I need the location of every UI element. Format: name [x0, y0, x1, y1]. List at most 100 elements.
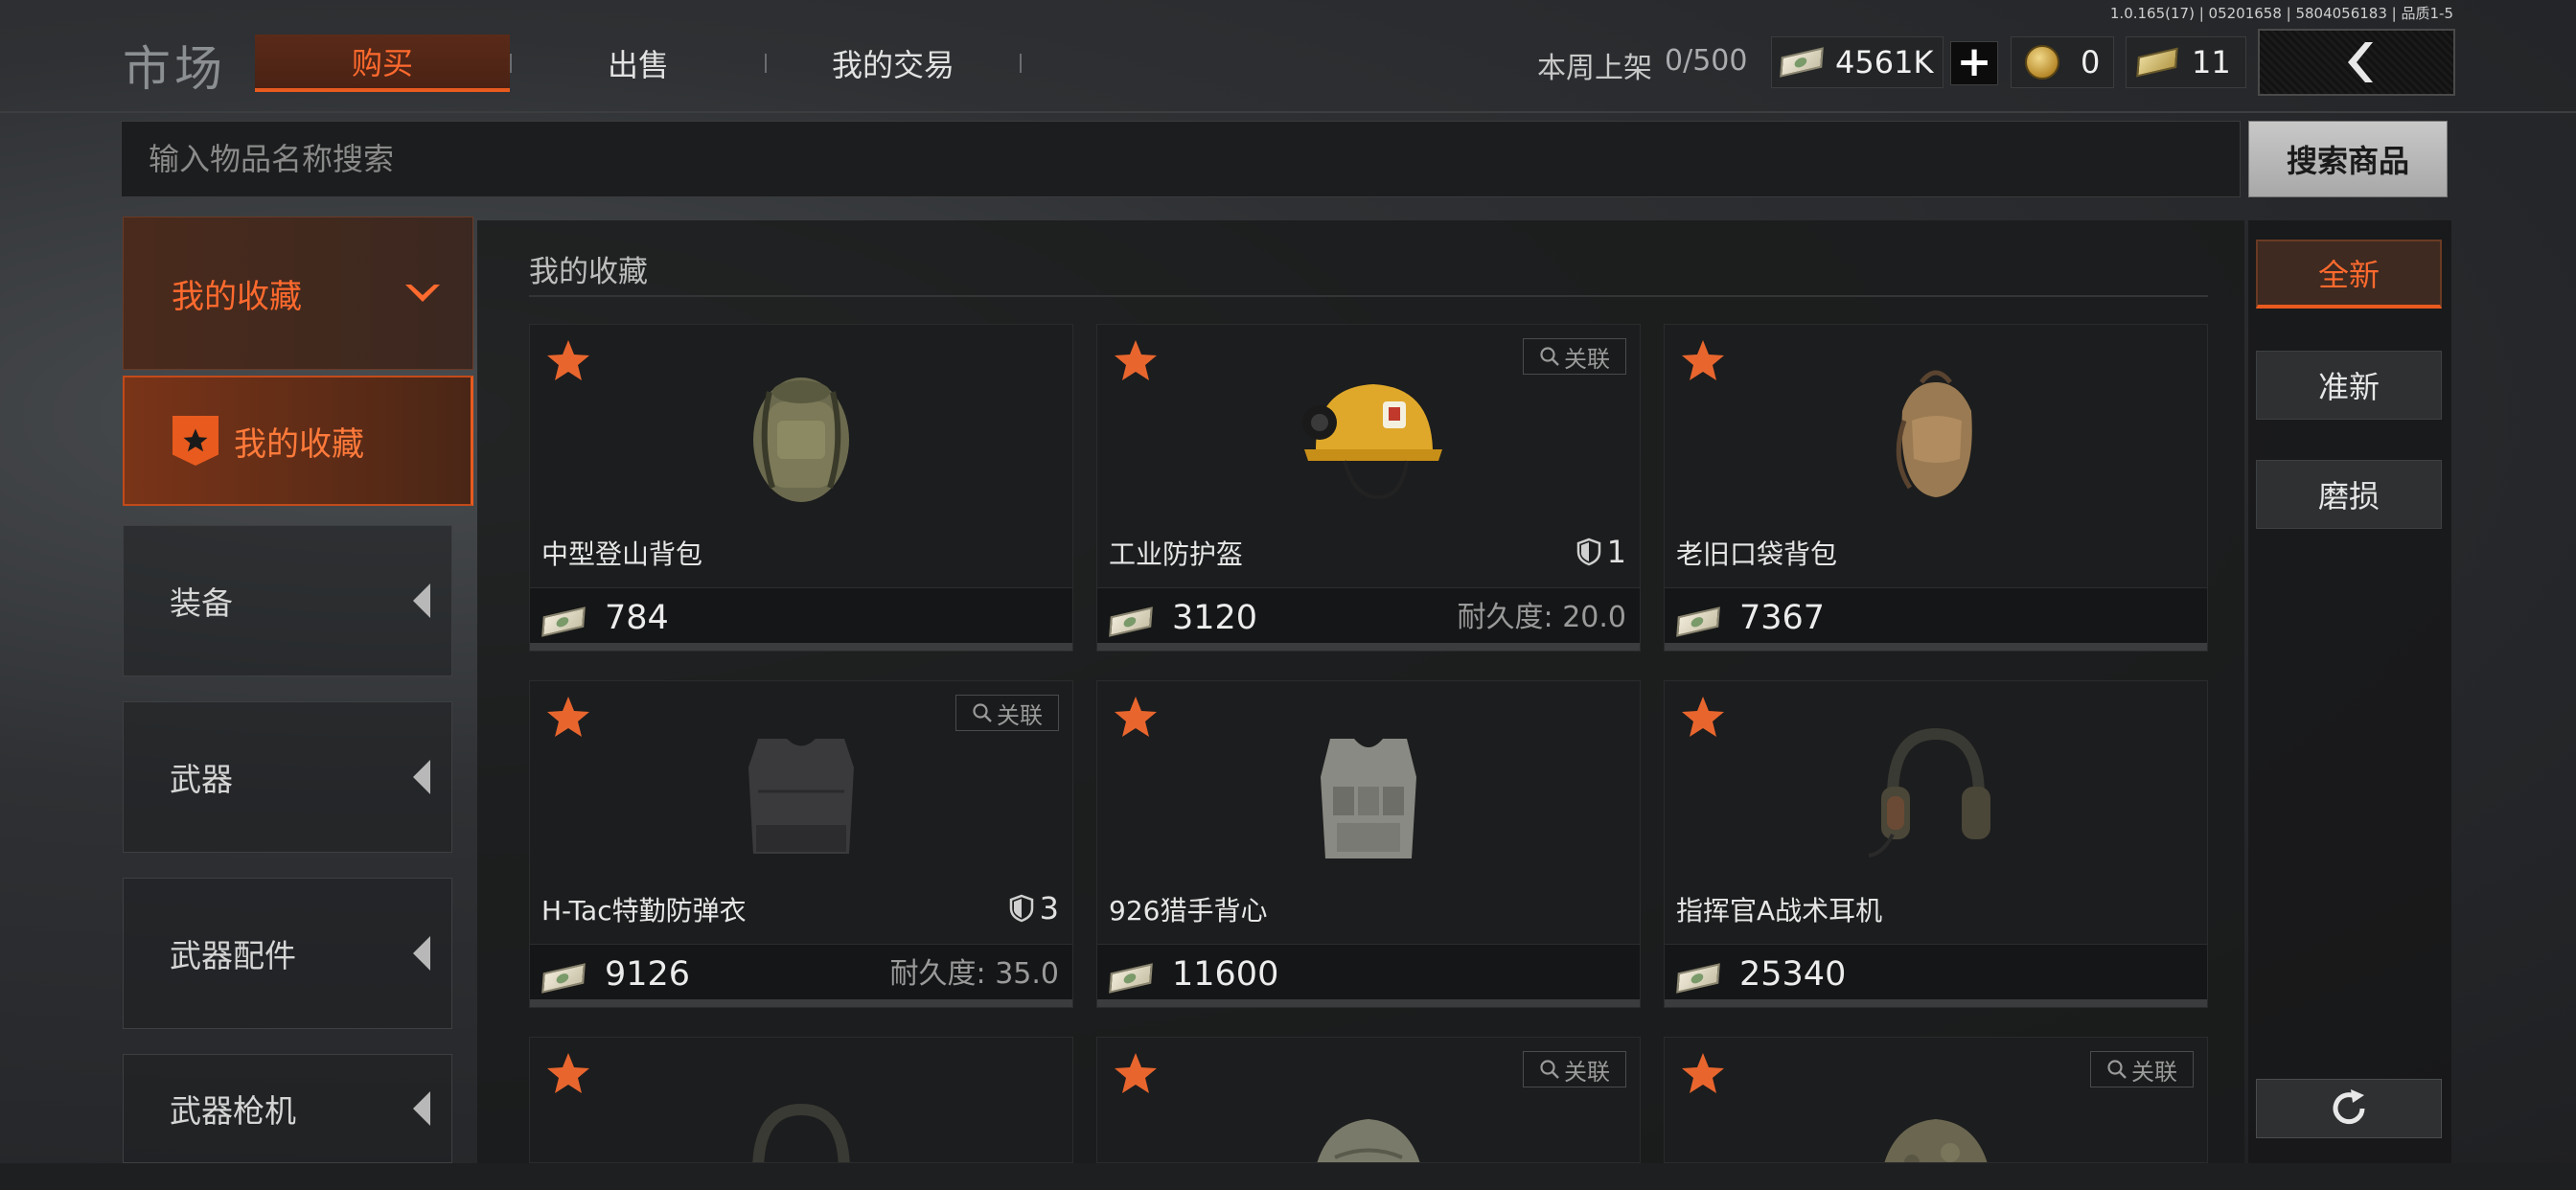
cash-icon — [1109, 606, 1153, 637]
chevron-left-icon — [413, 936, 430, 971]
tab-buy[interactable]: 购买 — [255, 34, 510, 92]
related-label: 关联 — [2131, 1058, 2177, 1086]
favorite-star-icon[interactable] — [1113, 695, 1159, 739]
helmet-image — [1302, 384, 1442, 500]
durability: 耐久度: 35.0 — [890, 950, 1059, 992]
favorite-star-icon[interactable] — [1113, 338, 1159, 382]
helmet-image — [1317, 1119, 1420, 1162]
cash-icon — [1780, 47, 1824, 78]
bill-balance: 11 — [2126, 36, 2246, 88]
sidebar-item-weapons[interactable]: 武器 — [123, 701, 452, 853]
sidebar-item-weapon-actions[interactable]: 武器枪机 — [123, 1054, 452, 1163]
sidebar-favorites-header[interactable]: 我的收藏 — [123, 217, 473, 370]
add-funds-button[interactable]: + — [1950, 41, 1998, 85]
item-card[interactable]: 关联 — [1096, 1037, 1641, 1163]
durability-value: 20.0 — [1562, 601, 1626, 634]
back-button[interactable] — [2258, 29, 2455, 96]
tactical-vest-image — [1321, 739, 1416, 858]
item-name: 老旧口袋背包 — [1676, 538, 1838, 570]
durability: 耐久度: 20.0 — [1458, 593, 1626, 635]
chevron-down-icon — [405, 285, 440, 302]
item-price: 784 — [605, 599, 669, 637]
related-label: 关联 — [1564, 345, 1610, 373]
favorite-star-icon[interactable] — [1113, 1051, 1159, 1095]
search-icon — [973, 703, 992, 722]
filter-new[interactable]: 全新 — [2256, 240, 2442, 309]
search-button[interactable]: 搜索商品 — [2248, 121, 2448, 197]
related-label: 关联 — [997, 701, 1043, 729]
weekly-listing-value: 0/500 — [1665, 44, 1748, 78]
search-icon — [2107, 1060, 2127, 1079]
shield-icon — [1576, 538, 1600, 566]
favorite-star-icon[interactable] — [545, 695, 591, 739]
durability-label: 耐久度: — [1457, 601, 1553, 634]
coin-amount: 0 — [2081, 44, 2101, 80]
helmet-image — [1884, 1119, 1988, 1162]
related-label: 关联 — [1564, 1058, 1610, 1086]
item-price: 7367 — [1739, 599, 1826, 637]
sidebar-item-label: 装备 — [170, 584, 233, 622]
cash-icon — [1676, 606, 1720, 637]
star-badge-icon — [172, 416, 218, 466]
cash-icon — [541, 963, 586, 994]
search-icon — [1540, 347, 1559, 366]
search-icon — [1540, 1060, 1559, 1079]
sidebar-item-label: 武器配件 — [170, 937, 296, 974]
headset-image — [752, 1103, 850, 1162]
item-price: 3120 — [1172, 599, 1258, 637]
related-button[interactable]: 关联 — [955, 695, 1059, 731]
sidebar-item-label: 武器枪机 — [170, 1092, 296, 1130]
tab-sell[interactable]: 出售 — [512, 34, 765, 92]
chevron-left-icon — [2348, 42, 2373, 82]
item-card[interactable]: 老旧口袋背包 7367 — [1664, 324, 2208, 652]
item-name: 指挥官A战术耳机 — [1676, 895, 1883, 927]
bill-icon — [2136, 47, 2178, 78]
item-card[interactable] — [529, 1037, 1073, 1163]
refresh-icon — [2333, 1089, 2365, 1125]
sidebar-item-weapon-attachments[interactable]: 武器配件 — [123, 878, 452, 1029]
item-price: 11600 — [1172, 955, 1279, 994]
backpack-image — [753, 378, 849, 502]
related-button[interactable]: 关联 — [1523, 1051, 1626, 1087]
filter-like-new[interactable]: 准新 — [2256, 351, 2442, 420]
item-price: 9126 — [605, 955, 691, 994]
item-name: H-Tac特勤防弹衣 — [541, 895, 747, 927]
section-divider — [529, 295, 2208, 297]
armor-level: 1 — [1576, 534, 1626, 570]
cash-icon — [541, 606, 586, 637]
item-card[interactable]: 关联 H-Tac特勤防弹衣 3 9126 耐久度: 35.0 — [529, 680, 1073, 1008]
favorite-star-icon[interactable] — [1680, 338, 1726, 382]
item-card[interactable]: 关联 工业防护盔 1 3120 耐久度: 20.0 — [1096, 324, 1641, 652]
cash-amount: 4561K — [1835, 44, 1934, 80]
cash-icon — [1109, 963, 1153, 994]
chevron-left-icon — [413, 760, 430, 794]
tab-my-trades[interactable]: 我的交易 — [767, 34, 1020, 92]
item-card[interactable]: 中型登山背包 784 — [529, 324, 1073, 652]
item-name: 926猎手背心 — [1109, 895, 1268, 927]
header-divider — [0, 111, 2576, 113]
sidebar-item-favorites-label: 我的收藏 — [234, 424, 364, 464]
weekly-listing-label: 本周上架 — [1537, 52, 1652, 85]
item-card[interactable]: 指挥官A战术耳机 25340 — [1664, 680, 2208, 1008]
favorite-star-icon[interactable] — [545, 1051, 591, 1095]
section-title: 我的收藏 — [529, 255, 648, 289]
search-input[interactable] — [121, 121, 2241, 197]
favorite-star-icon[interactable] — [1680, 695, 1726, 739]
favorite-star-icon[interactable] — [1680, 1051, 1726, 1095]
related-button[interactable]: 关联 — [2090, 1051, 2194, 1087]
item-card[interactable]: 926猎手背心 11600 — [1096, 680, 1641, 1008]
cash-icon — [1676, 963, 1720, 994]
durability-label: 耐久度: — [889, 957, 986, 991]
cash-balance: 4561K — [1771, 36, 1944, 88]
sidebar-item-equipment[interactable]: 装备 — [123, 525, 452, 676]
refresh-button[interactable] — [2256, 1079, 2442, 1138]
item-name: 中型登山背包 — [541, 538, 703, 570]
coin-balance: 0 — [2011, 36, 2114, 88]
related-button[interactable]: 关联 — [1523, 338, 1626, 375]
favorite-star-icon[interactable] — [545, 338, 591, 382]
sidebar-item-favorites[interactable]: 我的收藏 — [123, 376, 473, 506]
filter-worn[interactable]: 磨损 — [2256, 460, 2442, 529]
armor-level-value: 3 — [1039, 890, 1059, 927]
item-card[interactable]: 关联 — [1664, 1037, 2208, 1163]
armor-level: 3 — [1009, 890, 1059, 927]
